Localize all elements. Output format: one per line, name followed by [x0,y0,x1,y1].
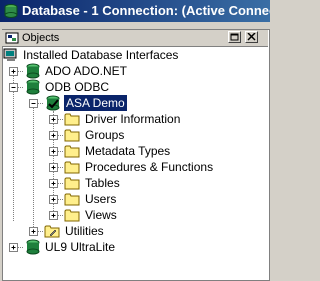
tree-line [58,151,63,152]
tree-node-folder[interactable]: Views [3,207,243,223]
window-title: Database - 1 Connection: (Active Connect… [22,3,270,18]
expand-button[interactable] [49,147,58,156]
expand-button[interactable] [9,67,18,76]
database-icon [26,63,40,79]
tree-node-label: Procedures & Functions [85,160,214,174]
tree-line [18,87,23,88]
tree-node-label: Utilities [65,224,104,238]
folder-icon [64,113,80,126]
tree-node-folder[interactable]: Procedures & Functions [3,159,243,175]
tree-line [58,215,63,216]
database-icon [26,79,40,95]
panel-title: Objects [22,32,60,44]
database-app-icon [4,4,18,18]
tree-node-asa-demo[interactable]: ASA Demo [3,95,203,111]
object-tree[interactable]: Installed Database Interfaces ADO ADO.NE… [3,47,268,278]
tree-node-folder[interactable]: Driver Information [3,111,243,127]
tree-node-label: Driver Information [85,112,181,126]
tree-line [58,183,63,184]
database-icon [26,239,40,255]
tree-node-label: ADO ADO.NET [45,64,128,78]
expand-button[interactable] [49,163,58,172]
connection-icon [46,95,60,111]
tree-root-label: Installed Database Interfaces [23,48,179,62]
plus-icon [51,213,56,218]
tree-node-label: UL9 UltraLite [45,240,116,254]
plus-icon [51,181,56,186]
tree-line [58,199,63,200]
expand-button[interactable] [29,227,38,236]
maximize-icon [230,33,239,41]
close-icon [247,33,256,41]
plus-icon [31,229,36,234]
plus-icon [51,133,56,138]
objects-panel-header: Objects [2,30,268,47]
plus-icon [51,197,56,202]
folder-icon [64,177,80,190]
tree-line [18,71,23,72]
expand-button[interactable] [9,243,18,252]
tree-node-odbc[interactable]: ODB ODBC [3,79,203,95]
tree-node-folder[interactable]: Metadata Types [3,143,243,159]
tree-node-utilities[interactable]: Utilities [3,223,203,239]
folder-icon [64,145,80,158]
folder-icon [64,129,80,142]
tree-node-ado[interactable]: ADO ADO.NET [3,63,203,79]
tree-node-label: Groups [85,128,125,142]
expand-button[interactable] [49,131,58,140]
folder-icon [64,193,80,206]
computer-icon [3,48,17,61]
tree-line [58,135,63,136]
objects-icon [5,32,19,44]
collapse-button[interactable] [9,83,18,92]
plus-icon [51,149,56,154]
plus-icon [11,69,16,74]
tree-node-folder[interactable]: Tables [3,175,243,191]
window-title-bar[interactable]: Database - 1 Connection: (Active Connect… [0,0,270,22]
tree-node-label: Tables [85,176,120,190]
minus-icon [31,103,36,104]
minus-icon [11,87,16,88]
close-button[interactable] [245,31,258,43]
tree-node-ultralite[interactable]: UL9 UltraLite [3,239,203,255]
tree-line [58,119,63,120]
collapse-button[interactable] [29,99,38,108]
tree-node-folder[interactable]: Groups [3,127,243,143]
plus-icon [11,245,16,250]
expand-button[interactable] [49,195,58,204]
expand-button[interactable] [49,179,58,188]
tree-node-label: Views [85,208,117,222]
tree-line [38,231,43,232]
tree-line [38,103,43,104]
maximize-button[interactable] [228,31,241,43]
tree-line [58,167,63,168]
utilities-folder-icon [44,225,60,238]
tree-node-label: ASA Demo [64,95,127,111]
expand-button[interactable] [49,211,58,220]
tree-node-label: Metadata Types [85,144,171,158]
tree-node-label: Users [85,192,117,206]
expand-button[interactable] [49,115,58,124]
folder-icon [64,209,80,222]
plus-icon [51,165,56,170]
tree-node-label: ODB ODBC [45,80,110,94]
folder-icon [64,161,80,174]
tree-node-folder[interactable]: Users [3,191,243,207]
tree-line [18,247,23,248]
plus-icon [51,117,56,122]
